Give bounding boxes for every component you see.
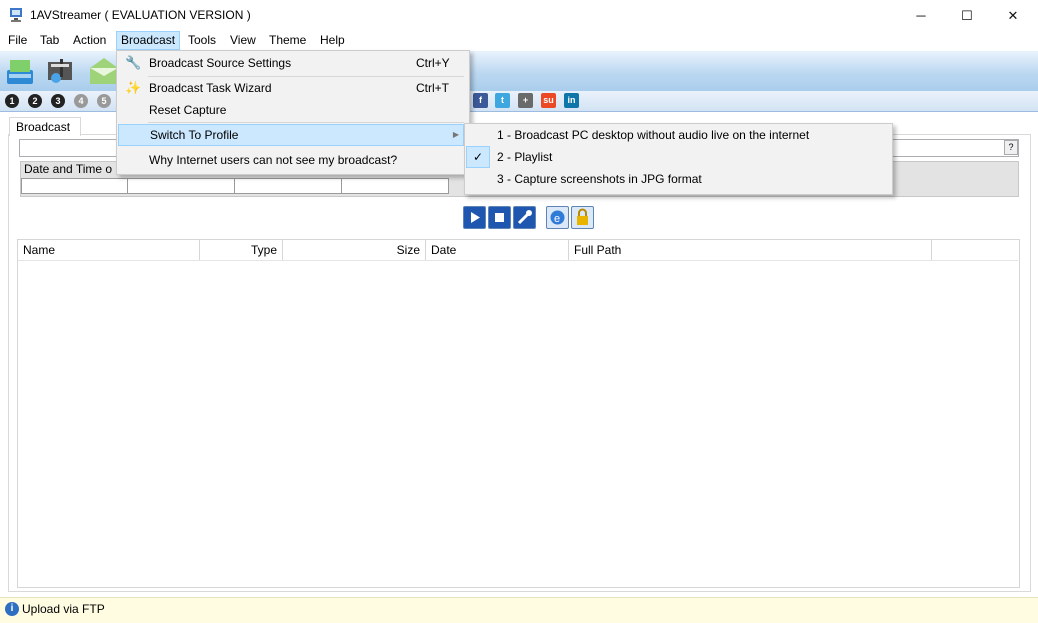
menu-broadcast-source-settings[interactable]: 🔧 Broadcast Source Settings Ctrl+Y <box>117 52 467 74</box>
close-button[interactable]: ✕ <box>990 0 1036 31</box>
menu-broadcast-task-wizard[interactable]: ✨ Broadcast Task Wizard Ctrl+T <box>117 77 467 99</box>
column-full-path[interactable]: Full Path <box>569 240 932 260</box>
menu-view[interactable]: View <box>226 31 260 50</box>
twitter-icon[interactable]: t <box>495 93 510 108</box>
schedule-header: Date and Time o <box>24 162 113 176</box>
profile-3-button[interactable]: 3 <box>51 94 65 108</box>
internet-explorer-icon[interactable]: e <box>546 206 569 229</box>
submenu-profile-1[interactable]: 1 - Broadcast PC desktop without audio l… <box>465 124 890 146</box>
schedule-cell[interactable] <box>127 178 235 194</box>
menu-tools[interactable]: Tools <box>184 31 220 50</box>
tab-broadcast[interactable]: Broadcast <box>9 117 81 136</box>
menu-file[interactable]: File <box>4 31 31 50</box>
minimize-button[interactable]: ─ <box>898 0 944 31</box>
profile-4-button[interactable]: 4 <box>74 94 88 108</box>
linkedin-icon[interactable]: in <box>564 93 579 108</box>
svg-text:e: e <box>554 213 560 225</box>
inbox-icon[interactable] <box>4 56 36 88</box>
status-text: Upload via FTP <box>22 602 105 616</box>
column-type[interactable]: Type <box>200 240 283 260</box>
menu-reset-capture[interactable]: Reset Capture <box>117 99 467 121</box>
column-size[interactable]: Size <box>283 240 426 260</box>
column-date[interactable]: Date <box>426 240 569 260</box>
menu-separator <box>148 122 464 123</box>
profile-1-button[interactable]: 1 <box>5 94 19 108</box>
wizard-icon: ✨ <box>125 80 142 95</box>
facebook-icon[interactable]: f <box>473 93 488 108</box>
play-icon[interactable] <box>463 206 486 229</box>
settings-wrench-icon[interactable] <box>513 206 536 229</box>
menu-action[interactable]: Action <box>69 31 110 50</box>
menu-broadcast[interactable]: Broadcast <box>116 31 181 50</box>
media-icon[interactable] <box>44 56 76 88</box>
status-bar <box>0 597 1038 623</box>
menu-theme[interactable]: Theme <box>265 31 310 50</box>
schedule-cell[interactable] <box>234 178 342 194</box>
tab-broadcast-label: Broadcast <box>16 120 71 134</box>
stop-icon[interactable] <box>488 206 511 229</box>
menu-switch-to-profile[interactable]: Switch To Profile ▶ <box>118 124 464 146</box>
stumbleupon-icon[interactable]: su <box>541 93 556 108</box>
column-name[interactable]: Name <box>18 240 200 260</box>
profile-2-button[interactable]: 2 <box>28 94 42 108</box>
submenu-profile-3[interactable]: 3 - Capture screenshots in JPG format <box>465 168 890 190</box>
app-icon <box>8 7 24 23</box>
menu-tab[interactable]: Tab <box>36 31 63 50</box>
menu-why-internet-users[interactable]: Why Internet users can not see my broadc… <box>117 149 467 171</box>
menu-help[interactable]: Help <box>316 31 349 50</box>
header-divider <box>18 260 1018 261</box>
maximize-button[interactable]: ☐ <box>944 0 990 31</box>
profile-5-button[interactable]: 5 <box>97 94 111 108</box>
submenu-profile-2[interactable]: 2 - Playlist <box>465 146 890 168</box>
schedule-cell[interactable] <box>21 178 128 194</box>
google-plus-icon[interactable]: + <box>518 93 533 108</box>
help-button[interactable]: ? <box>1004 140 1018 155</box>
info-icon: i <box>5 602 19 616</box>
submenu-arrow-icon: ▶ <box>452 130 459 139</box>
file-list[interactable] <box>17 239 1020 588</box>
window-title: 1AVStreamer ( EVALUATION VERSION ) <box>30 8 251 22</box>
schedule-cell[interactable] <box>341 178 449 194</box>
wrench-icon: 🔧 <box>125 55 142 70</box>
lock-icon[interactable] <box>571 206 594 229</box>
